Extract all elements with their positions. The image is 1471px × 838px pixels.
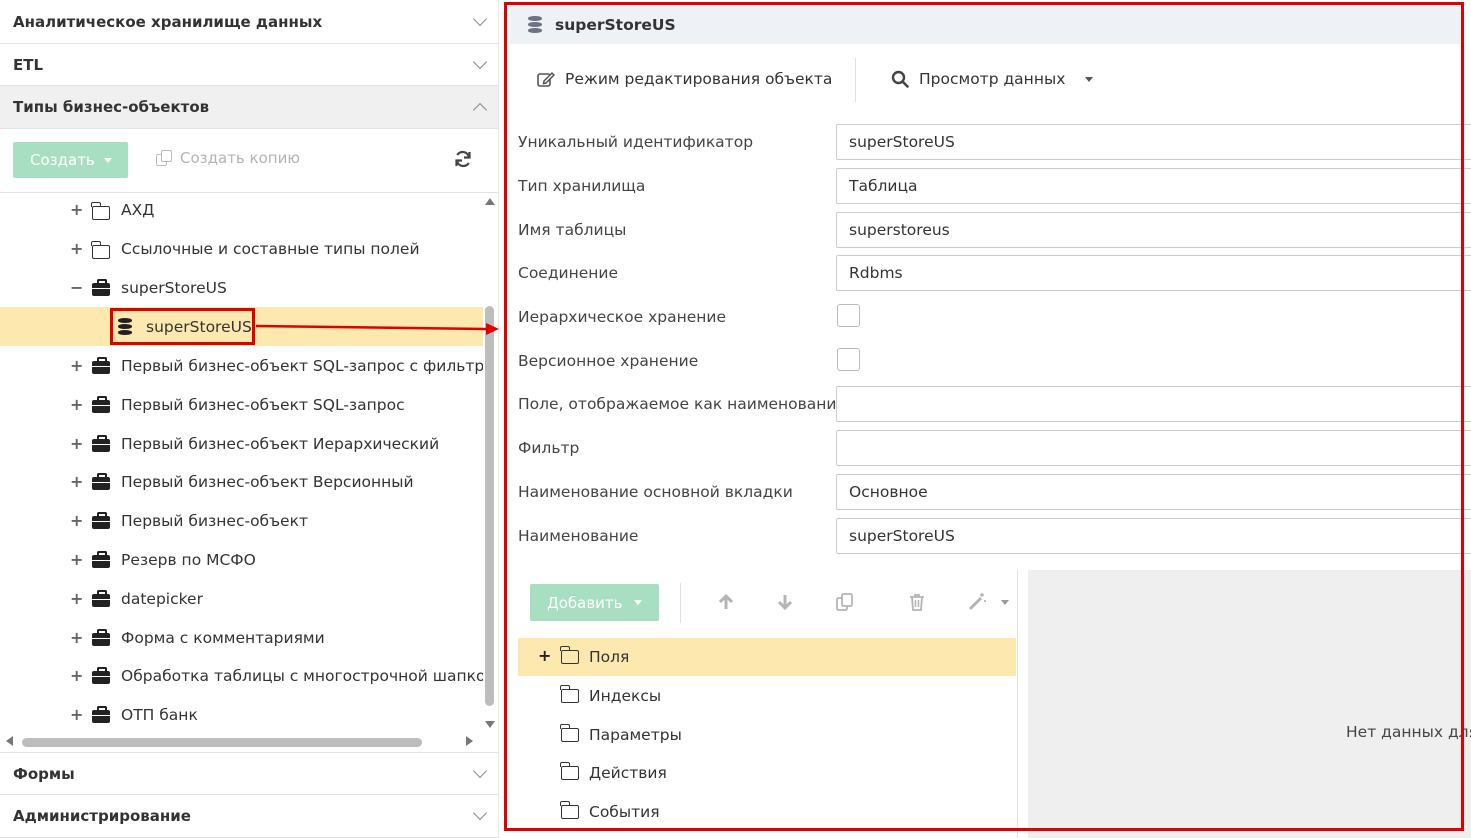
tree-item-label: ОТП банк: [121, 705, 198, 724]
tree-item-sql-filter[interactable]: + Первый бизнес-объект SQL-запрос с филь…: [0, 346, 483, 385]
briefcase-icon: [92, 511, 110, 529]
tree-item-akhd[interactable]: + АХД: [0, 194, 483, 229]
accordion-label: Аналитическое хранилище данных: [13, 12, 323, 31]
copy-icon: [156, 149, 172, 167]
tree-item-label: Первый бизнес-объект SQL-запрос: [121, 395, 405, 414]
briefcase-icon: [92, 356, 110, 374]
briefcase-icon: [92, 589, 110, 607]
tree-item-label: Форма с комментариями: [121, 628, 325, 647]
scroll-down-arrow-icon[interactable]: [485, 721, 495, 728]
scroll-right-arrow-icon[interactable]: [466, 736, 473, 746]
accordion-administration[interactable]: Администрирование: [0, 795, 498, 838]
briefcase-icon: [92, 434, 110, 452]
accordion-label: Формы: [13, 764, 75, 783]
tree-item-label: Ссылочные и составные типы полей: [121, 239, 420, 258]
expand-toggle[interactable]: +: [70, 511, 83, 530]
chevron-down-icon: [472, 54, 488, 69]
tree-item-hierarchical[interactable]: + Первый бизнес-объект Иерархический: [0, 424, 483, 463]
expand-toggle[interactable]: +: [70, 550, 83, 569]
tree-toolbar: Создать Создать копию: [0, 129, 498, 193]
tree-item-label: superStoreUS: [121, 278, 227, 297]
briefcase-icon: [92, 666, 110, 684]
caret-down-icon: [104, 158, 112, 163]
tree-item-multirow-header[interactable]: + Обработка таблицы с многострочной шапк…: [0, 656, 483, 695]
create-button-label: Создать: [30, 151, 95, 169]
expand-toggle[interactable]: +: [70, 705, 83, 724]
create-copy-label: Создать копию: [180, 149, 300, 167]
chevron-up-icon: [472, 102, 488, 118]
tree-item-label: Первый бизнес-объект Версионный: [121, 472, 414, 491]
chevron-down-icon: [472, 11, 488, 26]
annotation-arrow-icon: [256, 323, 499, 335]
expand-toggle[interactable]: +: [70, 200, 83, 219]
create-button[interactable]: Создать: [13, 142, 128, 178]
tree-item-label: Обработка таблицы с многострочной шапкой: [121, 666, 483, 685]
tree-horizontal-scrollbar[interactable]: [0, 734, 483, 750]
left-panel: Аналитическое хранилище данных ETL Типы …: [0, 0, 499, 838]
briefcase-icon: [92, 628, 110, 646]
tree-item-label: Резерв по МСФО: [121, 550, 256, 569]
briefcase-icon: [92, 705, 110, 723]
accordion-forms[interactable]: Формы: [0, 752, 498, 795]
accordion-label: Администрирование: [13, 807, 191, 825]
collapse-toggle[interactable]: −: [70, 278, 83, 297]
scroll-up-arrow-icon[interactable]: [485, 198, 495, 205]
create-copy-button[interactable]: Создать копию: [156, 149, 300, 167]
expand-toggle[interactable]: +: [70, 589, 83, 608]
briefcase-icon: [92, 395, 110, 413]
business-object-tree: + АХД + Ссылочные и составные типы полей…: [0, 194, 483, 734]
refresh-icon[interactable]: [453, 149, 473, 169]
accordion-label: ETL: [13, 55, 44, 74]
scroll-left-arrow-icon[interactable]: [6, 736, 13, 746]
highlight-box-selected-item: [110, 308, 255, 345]
tree-item-first-business-object[interactable]: + Первый бизнес-объект: [0, 501, 483, 540]
chevron-down-icon: [472, 805, 488, 821]
highlight-box-editor-panel: [504, 2, 1464, 831]
expand-toggle[interactable]: +: [70, 434, 83, 453]
accordion-label: Типы бизнес-объектов: [13, 98, 210, 116]
tree-item-label: datepicker: [121, 589, 203, 608]
tree-item-sql-query[interactable]: + Первый бизнес-объект SQL-запрос: [0, 385, 483, 424]
expand-toggle[interactable]: +: [70, 628, 83, 647]
scroll-thumb[interactable]: [22, 738, 422, 747]
accordion-etl[interactable]: ETL: [0, 44, 498, 86]
tree-vertical-scrollbar[interactable]: [484, 198, 495, 728]
tree-item-reference-field-types[interactable]: + Ссылочные и составные типы полей: [0, 229, 483, 268]
expand-toggle[interactable]: +: [70, 666, 83, 685]
tree-item-label: Первый бизнес-объект: [121, 511, 308, 530]
tree-item-label: АХД: [121, 200, 155, 219]
briefcase-icon: [92, 472, 110, 490]
accordion-business-object-types[interactable]: Типы бизнес-объектов: [0, 86, 498, 129]
tree-item-otp-bank[interactable]: + ОТП банк: [0, 695, 483, 734]
chevron-down-icon: [472, 763, 488, 778]
tree-item-ifrs-reserve[interactable]: + Резерв по МСФО: [0, 540, 483, 579]
tree-item-datepicker[interactable]: + datepicker: [0, 579, 483, 618]
scroll-thumb[interactable]: [485, 306, 494, 706]
folder-icon: [91, 201, 110, 220]
tree-item-label: Первый бизнес-объект SQL-запрос с фильтр…: [121, 356, 483, 375]
expand-toggle[interactable]: +: [70, 356, 83, 375]
expand-toggle[interactable]: +: [70, 239, 83, 258]
expand-toggle[interactable]: +: [70, 472, 83, 491]
folder-icon: [91, 240, 110, 259]
briefcase-icon: [92, 278, 110, 296]
tree-item-superstoreus-group[interactable]: − superStoreUS: [0, 268, 483, 307]
tree-item-label: Первый бизнес-объект Иерархический: [121, 434, 440, 453]
expand-toggle[interactable]: +: [70, 395, 83, 414]
accordion-analytics-storage[interactable]: Аналитическое хранилище данных: [0, 0, 498, 44]
tree-item-versioned[interactable]: + Первый бизнес-объект Версионный: [0, 462, 483, 501]
briefcase-icon: [92, 550, 110, 568]
tree-item-comments-form[interactable]: + Форма с комментариями: [0, 618, 483, 657]
